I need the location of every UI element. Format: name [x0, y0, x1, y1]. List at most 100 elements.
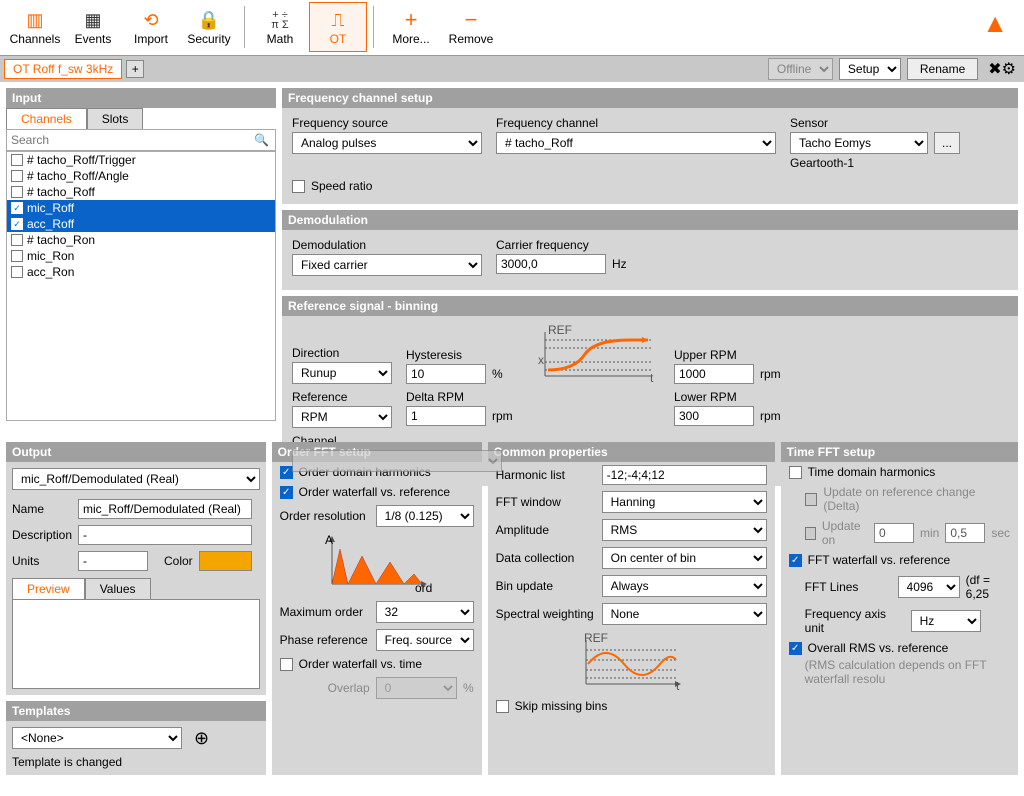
freq-axis-select[interactable]: Hz	[911, 610, 981, 632]
input-tab-slots[interactable]: Slots	[87, 108, 144, 129]
speed-ratio-label: Speed ratio	[311, 179, 372, 193]
input-tab-channels[interactable]: Channels	[6, 108, 87, 129]
sensor-more-button[interactable]: ...	[934, 132, 960, 154]
output-units-input[interactable]	[78, 551, 148, 571]
rms-note: (RMS calculation depends on FFT waterfal…	[781, 658, 1018, 692]
add-tab-button[interactable]: +	[126, 60, 144, 78]
rename-button[interactable]: Rename	[907, 58, 978, 80]
upd-on-label: Update on	[822, 519, 868, 547]
security-label: Security	[187, 32, 230, 46]
channel-item[interactable]: ✓acc_Roff	[7, 216, 275, 232]
speed-ratio-checkbox[interactable]	[292, 180, 305, 193]
upd-ref-checkbox[interactable]	[805, 493, 818, 506]
channel-checkbox[interactable]: ✓	[11, 202, 23, 214]
import-button[interactable]: ⟲Import	[122, 2, 180, 52]
freq-source-select[interactable]: Analog pulses	[292, 132, 482, 154]
channel-item[interactable]: # tacho_Roff/Trigger	[7, 152, 275, 168]
channels-button[interactable]: ▥Channels	[6, 2, 64, 52]
channel-checkbox[interactable]	[11, 154, 23, 166]
skip-bins-checkbox[interactable]	[496, 700, 509, 713]
math-label: Math	[267, 32, 294, 46]
view-select[interactable]: Setup	[839, 58, 901, 80]
harm-list-input[interactable]	[602, 465, 767, 485]
hysteresis-label: Hysteresis	[406, 348, 516, 362]
direction-select[interactable]: Runup	[292, 362, 392, 384]
channel-checkbox[interactable]	[11, 234, 23, 246]
template-options-icon[interactable]: ⊕	[194, 728, 209, 749]
demod-select[interactable]: Fixed carrier	[292, 254, 482, 276]
output-select[interactable]: mic_Roff/Demodulated (Real)	[12, 468, 260, 490]
delta-rpm-input[interactable]	[406, 406, 486, 426]
phase-ref-select[interactable]: Freq. source	[376, 629, 474, 651]
channel-checkbox[interactable]	[11, 250, 23, 262]
upd-on-checkbox[interactable]	[805, 527, 816, 540]
channel-checkbox[interactable]	[11, 266, 23, 278]
output-desc-input[interactable]	[78, 525, 252, 545]
amplitude-select[interactable]: RMS	[602, 519, 767, 541]
refsig-title: Reference signal - binning	[282, 296, 1018, 316]
channel-checkbox[interactable]: ✓	[11, 218, 23, 230]
channel-checkbox[interactable]	[11, 170, 23, 182]
toolbar-separator	[244, 6, 245, 48]
direction-label: Direction	[292, 346, 392, 360]
binupd-label: Bin update	[496, 579, 596, 593]
preview-tab[interactable]: Preview	[12, 578, 85, 599]
hysteresis-input[interactable]	[406, 364, 486, 384]
max-order-select[interactable]: 32	[376, 601, 474, 623]
binupd-select[interactable]: Always	[602, 575, 767, 597]
minus-icon: −	[465, 8, 478, 32]
order-wf-time-label: Order waterfall vs. time	[299, 657, 422, 671]
upd-min-input[interactable]	[874, 523, 914, 543]
reference-select[interactable]: RPM	[292, 406, 392, 428]
order-wf-time-checkbox[interactable]	[280, 658, 293, 671]
time-harm-checkbox[interactable]	[789, 466, 802, 479]
fft-wf-ref-checkbox[interactable]: ✓	[789, 554, 802, 567]
skip-bins-label: Skip missing bins	[515, 699, 608, 713]
channel-list[interactable]: # tacho_Roff/Trigger# tacho_Roff/Angle# …	[6, 151, 276, 421]
lower-rpm-input[interactable]	[674, 406, 754, 426]
overall-rms-checkbox[interactable]: ✓	[789, 642, 802, 655]
specw-select[interactable]: None	[602, 603, 767, 625]
output-name-input[interactable]	[78, 499, 252, 519]
channel-item[interactable]: ✓mic_Roff	[7, 200, 275, 216]
order-harmonics-checkbox[interactable]: ✓	[280, 466, 293, 479]
sensor-select[interactable]: Tacho Eomys	[790, 132, 928, 154]
upper-rpm-input[interactable]	[674, 364, 754, 384]
fft-window-select[interactable]: Hanning	[602, 491, 767, 513]
search-row: 🔍	[6, 129, 276, 151]
more-button[interactable]: +More...	[380, 2, 442, 52]
channel-label: # tacho_Roff/Angle	[27, 169, 129, 183]
mode-select[interactable]: Offline	[768, 58, 833, 80]
carrier-input[interactable]	[496, 254, 606, 274]
events-button[interactable]: ▦Events	[64, 2, 122, 52]
settings-icon[interactable]: ✖⚙	[984, 59, 1020, 79]
freq-channel-select[interactable]: # tacho_Roff	[496, 132, 776, 154]
overlap-select[interactable]: 0	[376, 677, 457, 699]
output-units-label: Units	[12, 554, 72, 568]
search-icon[interactable]: 🔍	[248, 133, 275, 147]
search-input[interactable]	[7, 130, 248, 150]
channel-label: acc_Ron	[27, 265, 74, 279]
channel-item[interactable]: # tacho_Roff	[7, 184, 275, 200]
channel-item[interactable]: acc_Ron	[7, 264, 275, 280]
math-button[interactable]: + ÷π ΣMath	[251, 2, 309, 52]
template-select[interactable]: <None>	[12, 727, 182, 749]
security-button[interactable]: 🔒Security	[180, 2, 238, 52]
overlap-label: Overlap	[280, 681, 370, 695]
channel-item[interactable]: mic_Ron	[7, 248, 275, 264]
channel-checkbox[interactable]	[11, 186, 23, 198]
ot-button[interactable]: ⎍OT	[309, 2, 367, 52]
refsig-channel-select[interactable]	[292, 450, 502, 472]
order-res-select[interactable]: 1/8 (0.125)	[376, 505, 474, 527]
color-swatch[interactable]	[199, 551, 252, 571]
remove-button[interactable]: −Remove	[442, 2, 500, 52]
order-wf-ref-checkbox[interactable]: ✓	[280, 486, 293, 499]
document-tab[interactable]: OT Roff f_sw 3kHz	[4, 59, 122, 79]
upd-sec-input[interactable]	[945, 523, 985, 543]
channel-item[interactable]: # tacho_Roff/Angle	[7, 168, 275, 184]
datacol-select[interactable]: On center of bin	[602, 547, 767, 569]
values-tab[interactable]: Values	[85, 578, 151, 599]
channel-item[interactable]: # tacho_Ron	[7, 232, 275, 248]
fft-lines-select[interactable]: 4096	[898, 576, 960, 598]
specw-label: Spectral weighting	[496, 607, 596, 621]
